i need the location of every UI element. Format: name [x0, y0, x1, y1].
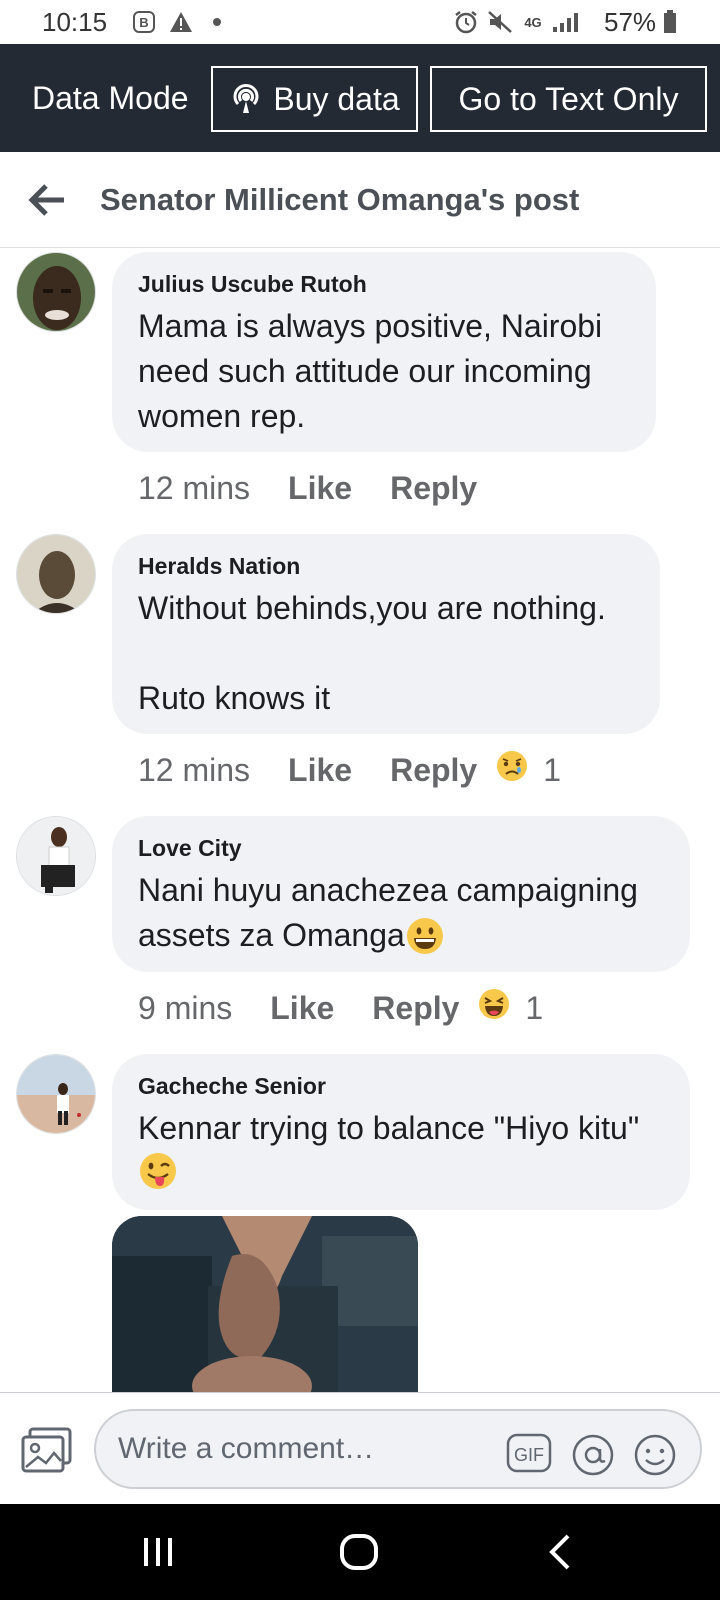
- avatar[interactable]: [16, 534, 96, 614]
- mention-icon[interactable]: [570, 1433, 616, 1476]
- comment-author[interactable]: Julius Uscube Rutoh: [138, 270, 630, 298]
- network-type: 4G: [524, 14, 542, 30]
- comment-text: Mama is always positive, Nairobi need su…: [138, 308, 603, 434]
- comment-text: Without behinds,you are nothing. Ruto kn…: [138, 590, 606, 716]
- battery-percent: 57%: [604, 7, 657, 37]
- buy-data-label: Buy data: [273, 80, 400, 117]
- reply-button[interactable]: Reply: [390, 752, 477, 789]
- comment-author[interactable]: Gacheche Senior: [138, 1072, 664, 1100]
- comment-bubble[interactable]: Love City Nani huyu anachezea campaignin…: [112, 816, 690, 972]
- recent-apps-icon[interactable]: [130, 1524, 186, 1580]
- emoji-icon[interactable]: [632, 1433, 678, 1476]
- back-arrow-icon[interactable]: [28, 180, 68, 220]
- reply-button[interactable]: Reply: [390, 470, 477, 507]
- comment-text: Nani huyu anachezea campaigning assets z…: [138, 868, 664, 960]
- status-bar: 10:15 B 4G 57%: [0, 0, 720, 44]
- svg-text:GIF: GIF: [514, 1445, 544, 1465]
- buy-data-button[interactable]: Buy data: [211, 66, 418, 132]
- dot-icon: [210, 10, 224, 34]
- text-only-label: Go to Text Only: [458, 80, 679, 117]
- like-button[interactable]: Like: [270, 990, 334, 1027]
- comment-composer: GIF: [0, 1392, 720, 1504]
- comment-author[interactable]: Love City: [138, 834, 664, 862]
- status-time: 10:15: [42, 7, 108, 37]
- comment-author[interactable]: Heralds Nation: [138, 552, 634, 580]
- gif-icon[interactable]: GIF: [506, 1433, 552, 1473]
- winking-tongue-emoji-icon: [138, 1151, 178, 1203]
- page-title: Senator Millicent Omanga's post: [100, 182, 580, 217]
- b-app-icon: B: [132, 10, 156, 34]
- reaction-count[interactable]: 1: [543, 752, 561, 789]
- svg-text:B: B: [139, 15, 148, 30]
- avatar[interactable]: [16, 816, 96, 896]
- comment-time[interactable]: 12 mins: [138, 470, 250, 507]
- broadcast-icon: [229, 82, 263, 116]
- text-only-button[interactable]: Go to Text Only: [430, 66, 707, 132]
- reaction-count[interactable]: 1: [525, 990, 543, 1027]
- comment-text-body: Kennar trying to balance "Hiyo kitu": [138, 1110, 640, 1146]
- data-mode-label: Data Mode: [32, 80, 189, 116]
- haha-reaction-icon[interactable]: [477, 987, 511, 1029]
- home-icon[interactable]: [332, 1524, 388, 1580]
- system-nav-bar: [0, 1504, 720, 1600]
- reply-button[interactable]: Reply: [372, 990, 459, 1027]
- avatar[interactable]: [16, 1054, 96, 1134]
- alarm-icon: [452, 10, 480, 34]
- post-header: Senator Millicent Omanga's post: [0, 152, 720, 248]
- comment-text-body: Nani huyu anachezea campaigning assets z…: [138, 872, 638, 953]
- comment-time[interactable]: 12 mins: [138, 752, 250, 789]
- photo-icon[interactable]: [20, 1425, 74, 1475]
- like-button[interactable]: Like: [288, 752, 352, 789]
- comment-text: Kennar trying to balance "Hiyo kitu": [138, 1106, 664, 1203]
- avatar[interactable]: [16, 252, 96, 332]
- like-button[interactable]: Like: [288, 470, 352, 507]
- comment-actions: 12 mins Like Reply 1: [138, 750, 561, 790]
- comment-bubble[interactable]: Julius Uscube Rutoh Mama is always posit…: [112, 252, 656, 452]
- signal-icon: [550, 10, 580, 34]
- back-nav-icon[interactable]: [534, 1524, 590, 1580]
- sad-reaction-icon[interactable]: [495, 749, 529, 791]
- warning-icon: [168, 10, 194, 34]
- mute-icon: [486, 10, 514, 34]
- comment-actions: 9 mins Like Reply 1: [138, 988, 543, 1028]
- data-mode-bar: Data Mode Buy data Go to Text Only: [0, 44, 720, 152]
- comment-time[interactable]: 9 mins: [138, 990, 232, 1027]
- battery-icon: [662, 10, 678, 34]
- comment-bubble[interactable]: Gacheche Senior Kennar trying to balance…: [112, 1054, 690, 1210]
- comment-bubble[interactable]: Heralds Nation Without behinds,you are n…: [112, 534, 660, 734]
- comment-actions: 12 mins Like Reply: [138, 468, 495, 508]
- grinning-emoji-icon: [405, 915, 445, 960]
- comment-attached-image[interactable]: [112, 1216, 418, 1396]
